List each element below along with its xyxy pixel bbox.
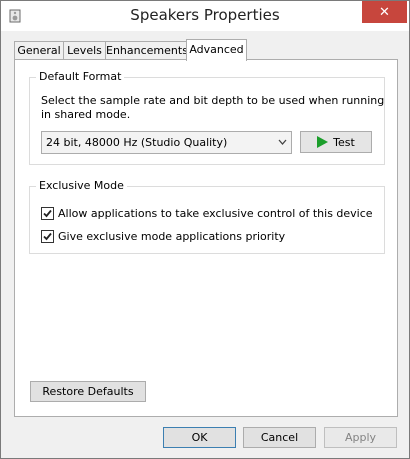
tab-general[interactable]: General: [14, 41, 64, 60]
test-button-label: Test: [333, 135, 355, 149]
format-select[interactable]: 24 bit, 48000 Hz (Studio Quality): [41, 131, 292, 154]
checkmark-icon: [43, 232, 52, 240]
tab-levels[interactable]: Levels: [63, 41, 106, 60]
allow-exclusive-control-option[interactable]: Allow applications to take exclusive con…: [41, 206, 373, 220]
checkmark-icon: [43, 209, 52, 217]
exclusive-priority-label: Give exclusive mode applications priorit…: [58, 229, 286, 243]
exclusive-priority-checkbox[interactable]: [41, 229, 54, 243]
exclusive-priority-option[interactable]: Give exclusive mode applications priorit…: [41, 229, 285, 243]
title-bar: Speakers Properties ✕: [1, 1, 409, 31]
cancel-button[interactable]: Cancel: [243, 427, 316, 448]
ok-button[interactable]: OK: [163, 427, 236, 448]
exclusive-mode-group: Exclusive Mode: [29, 179, 385, 254]
apply-button[interactable]: Apply: [324, 427, 397, 448]
close-icon: ✕: [379, 4, 390, 20]
window-title: Speakers Properties: [130, 6, 280, 24]
allow-exclusive-control-label: Allow applications to take exclusive con…: [58, 206, 373, 220]
test-button[interactable]: Test: [300, 131, 372, 153]
format-select-value: 24 bit, 48000 Hz (Studio Quality): [46, 136, 228, 149]
default-format-description: Select the sample rate and bit depth to …: [41, 94, 385, 121]
chevron-down-icon: [278, 132, 287, 162]
restore-defaults-button[interactable]: Restore Defaults: [30, 381, 146, 402]
tab-enhancements[interactable]: Enhancements: [105, 41, 188, 60]
allow-exclusive-control-checkbox[interactable]: [41, 206, 54, 220]
speakers-properties-dialog: Speakers Properties ✕ General Levels Enh…: [0, 0, 410, 459]
tab-advanced[interactable]: Advanced: [186, 39, 247, 61]
play-icon: [317, 136, 329, 148]
close-button[interactable]: ✕: [362, 1, 407, 23]
default-format-label: Default Format: [36, 70, 125, 83]
exclusive-mode-label: Exclusive Mode: [36, 179, 127, 192]
